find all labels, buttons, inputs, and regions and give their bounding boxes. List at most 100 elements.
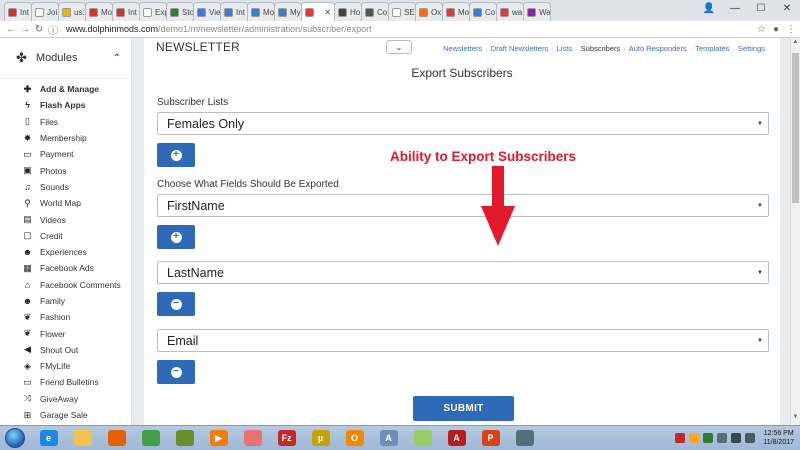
taskbar-app-button[interactable] xyxy=(169,427,200,450)
nav-link[interactable]: Settings xyxy=(735,44,768,53)
browser-tab[interactable]: Co xyxy=(361,2,389,21)
browser-tab[interactable]: Mo xyxy=(442,2,470,21)
add-field-button[interactable]: + xyxy=(157,225,195,249)
taskbar-app-button[interactable]: A xyxy=(441,427,472,450)
sidebar-item[interactable]: ⚲ World Map xyxy=(0,195,131,211)
volume-icon[interactable] xyxy=(745,433,756,443)
sidebar-item[interactable]: ▣ Photos xyxy=(0,162,131,178)
taskbar-app-button[interactable]: ▶ xyxy=(203,427,234,450)
tray-app-icon[interactable] xyxy=(703,433,714,443)
subscriber-list-select[interactable]: Females Only ▼ xyxy=(157,112,769,135)
field-select-2[interactable]: LastName ▼ xyxy=(157,261,769,284)
submit-button[interactable]: SUBMIT xyxy=(413,396,514,421)
field-select-3[interactable]: Email ▼ xyxy=(157,329,769,352)
sidebar-item[interactable]: ▭ Payment xyxy=(0,146,131,162)
forward-icon[interactable]: → xyxy=(18,24,32,35)
nav-link[interactable]: Newsletters xyxy=(440,44,485,53)
browser-tab[interactable]: Sto xyxy=(166,2,194,21)
browser-tab[interactable]: Int xyxy=(112,2,140,21)
sidebar-item[interactable]: ♫ Sounds xyxy=(0,179,131,195)
user-icon[interactable]: 👤 xyxy=(696,0,722,17)
section-dropdown-button[interactable]: ⌄ xyxy=(386,40,412,54)
browser-tab[interactable]: Exp xyxy=(139,2,167,21)
nav-link[interactable]: Subscribers xyxy=(578,44,624,53)
extension-icon[interactable]: ● xyxy=(773,24,779,35)
sidebar-item[interactable]: ▯ Files xyxy=(0,114,131,130)
taskbar-app-button[interactable]: µ xyxy=(305,427,336,450)
browser-tab[interactable]: Ho xyxy=(334,2,362,21)
browser-tab[interactable]: My xyxy=(274,2,302,21)
taskbar-app-button[interactable]: Fz xyxy=(271,427,302,450)
taskbar-app-button[interactable]: A xyxy=(373,427,404,450)
sidebar-item[interactable]: ▤ Videos xyxy=(0,211,131,227)
scroll-thumb[interactable] xyxy=(792,53,799,203)
sidebar-item[interactable]: ☻ Experiences xyxy=(0,244,131,260)
sidebar-item[interactable]: ⌂ Facebook Comments xyxy=(0,277,131,293)
url-field[interactable]: www.dolphinmods.com/demo1/m/newsletter/a… xyxy=(66,24,757,34)
sidebar-item[interactable]: ◀ Shout Out xyxy=(0,342,131,358)
taskbar-app-button[interactable] xyxy=(135,427,166,450)
taskbar-app-button[interactable] xyxy=(67,427,98,450)
taskbar-app-button[interactable] xyxy=(509,427,540,450)
bookmark-star-icon[interactable]: ☆ xyxy=(757,24,766,35)
taskbar-app-button[interactable]: O xyxy=(339,427,370,450)
tray-app-icon[interactable] xyxy=(717,433,728,443)
taskbar-app-button[interactable]: P xyxy=(475,427,506,450)
sidebar-item[interactable]: ▭ Friend Bulletins xyxy=(0,374,131,390)
sidebar-item[interactable]: ▢ Credit xyxy=(0,228,131,244)
page-scrollbar[interactable]: ▲ ▼ xyxy=(790,38,800,425)
browser-tab[interactable]: Mo xyxy=(85,2,113,21)
sidebar-item[interactable]: ⊞ Garage Sale xyxy=(0,407,131,423)
add-list-button[interactable]: + xyxy=(157,143,195,167)
browser-tab[interactable]: SE xyxy=(388,2,416,21)
network-icon[interactable] xyxy=(731,433,742,443)
clock[interactable]: 12:56 PM 11/8/2017 xyxy=(763,429,794,447)
close-window-icon[interactable]: ✕ xyxy=(774,0,800,17)
reload-icon[interactable]: ↻ xyxy=(32,24,46,35)
page-info-icon[interactable]: ⓘ xyxy=(46,22,60,37)
sidebar-item[interactable]: ❦ Flower xyxy=(0,325,131,341)
remove-field-button[interactable]: − xyxy=(157,292,195,316)
browser-tab[interactable]: wa xyxy=(496,2,524,21)
menu-kebab-icon[interactable]: ⋮ xyxy=(786,24,796,35)
nav-link[interactable]: Templates xyxy=(692,44,732,53)
tray-app-icon[interactable] xyxy=(675,433,686,443)
taskbar-app-button[interactable]: e xyxy=(33,427,64,450)
taskbar-app-button[interactable] xyxy=(237,427,268,450)
browser-tab[interactable]: Int xyxy=(4,2,32,21)
nav-link[interactable]: Auto Responders xyxy=(626,44,690,53)
sidebar-item[interactable]: ϟ Flash Apps xyxy=(0,97,131,113)
sidebar-item[interactable]: ⤨ GiveAway xyxy=(0,391,131,407)
minimize-icon[interactable]: — xyxy=(722,0,748,17)
remove-field-button[interactable]: − xyxy=(157,360,195,384)
browser-tab[interactable]: Co xyxy=(469,2,497,21)
modules-header[interactable]: ✤ Modules ⌃ xyxy=(0,38,131,79)
start-button[interactable] xyxy=(0,426,30,450)
scroll-up-icon[interactable]: ▲ xyxy=(791,39,800,49)
browser-tab[interactable]: Int xyxy=(220,2,248,21)
browser-tab[interactable]: ✕ xyxy=(301,2,335,21)
maximize-icon[interactable]: ☐ xyxy=(748,0,774,17)
sidebar-item[interactable]: ☻ Family xyxy=(0,293,131,309)
chevron-up-icon[interactable]: ⌃ xyxy=(113,53,121,64)
taskbar-app-button[interactable] xyxy=(101,427,132,450)
browser-tab[interactable]: Vie xyxy=(193,2,221,21)
browser-tab[interactable]: Wa xyxy=(523,2,551,21)
nav-link[interactable]: Draft Newsletters xyxy=(488,44,552,53)
tray-app-icon[interactable] xyxy=(689,433,700,443)
taskbar-app-button[interactable] xyxy=(407,427,438,450)
browser-tab[interactable]: Mo xyxy=(247,2,275,21)
sidebar-item[interactable]: ▦ Facebook Ads xyxy=(0,260,131,276)
browser-tab[interactable]: us: xyxy=(58,2,86,21)
sidebar-item[interactable]: ❦ Fashion xyxy=(0,309,131,325)
sidebar-item[interactable]: ◈ FMyLife xyxy=(0,358,131,374)
sidebar-item[interactable]: ✚ Add & Manage xyxy=(0,81,131,97)
field-select-1[interactable]: FirstName ▼ xyxy=(157,194,769,217)
back-icon[interactable]: ← xyxy=(4,24,18,35)
sidebar-item[interactable]: ✸ Membership xyxy=(0,130,131,146)
scroll-down-icon[interactable]: ▼ xyxy=(791,414,800,424)
browser-tab[interactable]: Joi xyxy=(31,2,59,21)
close-tab-icon[interactable]: ✕ xyxy=(324,8,331,17)
nav-link[interactable]: Lists xyxy=(554,44,575,53)
browser-tab[interactable]: Ox xyxy=(415,2,443,21)
